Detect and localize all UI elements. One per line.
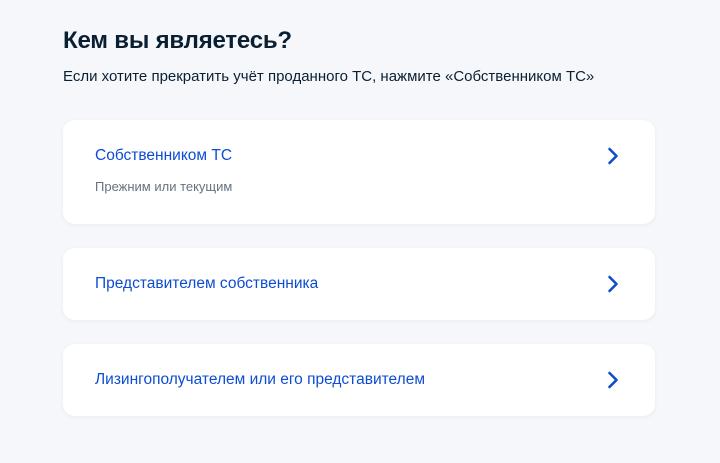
option-representative-card[interactable]: Представителем собственника: [63, 248, 655, 320]
chevron-right-icon: [607, 147, 619, 165]
option-lessee-card[interactable]: Лизингополучателем или его представителе…: [63, 344, 655, 416]
option-lessee-label: Лизингополучателем или его представителе…: [95, 371, 425, 388]
option-owner-card[interactable]: Собственником ТС Прежним или текущим: [63, 120, 655, 224]
chevron-right-icon: [607, 275, 619, 293]
chevron-right-icon: [607, 371, 619, 389]
option-owner-hint: Прежним или текущим: [95, 179, 233, 194]
page-title: Кем вы являетесь?: [63, 27, 292, 54]
option-owner-label: Собственником ТС: [95, 147, 233, 164]
page-content: Кем вы являетесь? Если хотите прекратить…: [63, 0, 655, 416]
page-subtitle: Если хотите прекратить учёт проданного Т…: [63, 68, 595, 85]
option-representative-label: Представителем собственника: [95, 275, 319, 292]
